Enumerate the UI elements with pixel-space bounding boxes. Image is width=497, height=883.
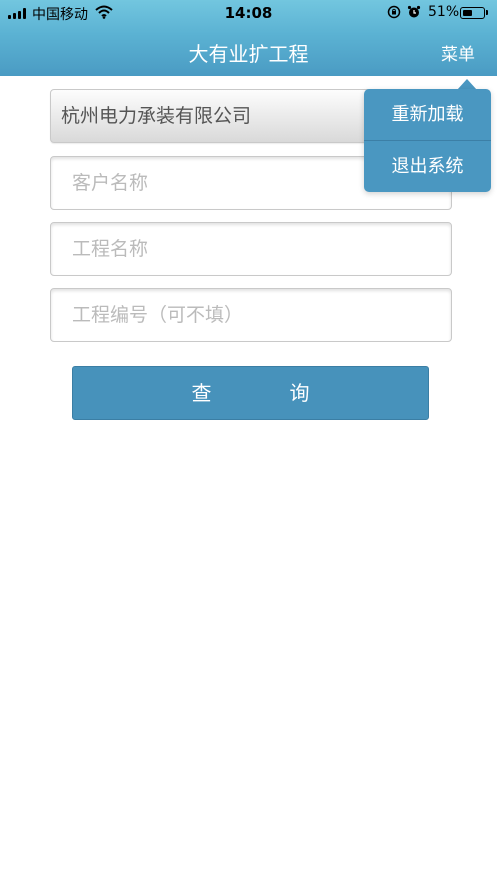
app-header: 中国移动 14:08 51% 大有业扩工程 菜单 [0, 0, 497, 76]
status-time: 14:08 [224, 4, 273, 22]
menu-item-reload[interactable]: 重新加载 [364, 89, 491, 140]
battery-percent: 51% [428, 4, 460, 20]
battery-icon [460, 7, 485, 19]
project-number-input[interactable]: 工程编号（可不填） [50, 288, 452, 342]
battery-fill [462, 9, 473, 16]
page-title: 大有业扩工程 [188, 42, 309, 66]
orientation-lock-icon [387, 5, 401, 19]
battery-tip [486, 10, 488, 15]
status-bar: 中国移动 14:08 51% [0, 0, 497, 26]
alarm-icon [407, 5, 421, 18]
query-button[interactable]: 查询 [72, 366, 429, 420]
menu-item-logout[interactable]: 退出系统 [364, 141, 491, 192]
project-name-input[interactable]: 工程名称 [50, 222, 452, 276]
menu-button[interactable]: 菜单 [441, 40, 475, 65]
menu-dropdown: 重新加载 退出系统 [364, 89, 491, 192]
